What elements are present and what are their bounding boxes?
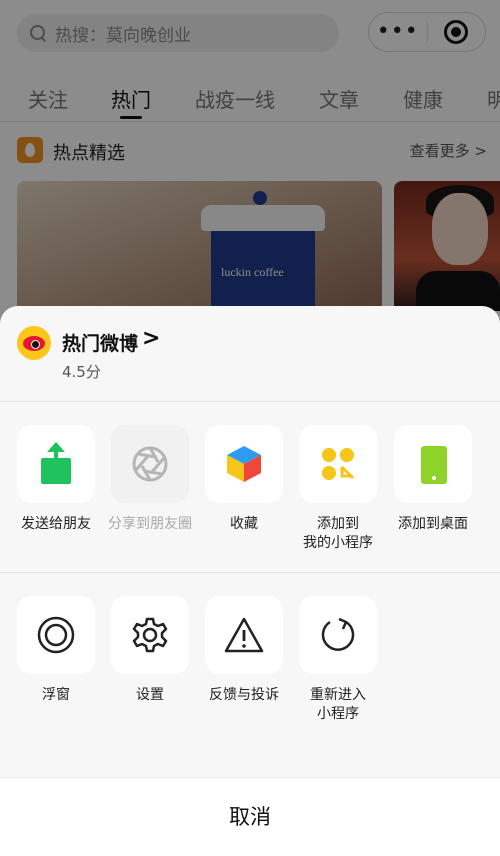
app-name: 热门微博: [62, 333, 139, 355]
add-to-desktop-icon: [417, 444, 449, 484]
reenter-miniprogram-label: 重新进入 小程序: [285, 686, 391, 724]
settings-gear-icon: [132, 617, 168, 653]
warning-triangle-icon: [224, 617, 264, 653]
cancel-label: 取消: [229, 805, 271, 829]
reload-icon: [321, 617, 355, 651]
share-upload-icon: [40, 442, 72, 484]
weibo-logo-icon: [17, 326, 51, 360]
reenter-miniprogram-label-line1: 重新进入: [310, 687, 366, 703]
add-to-my-miniprogram-label-line2: 我的小程序: [303, 535, 373, 551]
add-to-my-miniprogram-label-line1: 添加到: [317, 516, 359, 532]
add-to-my-miniprogram-label: 添加到 我的小程序: [285, 515, 391, 553]
feedback-complaint-label: 反馈与投诉: [209, 687, 279, 703]
add-to-desktop-label: 添加到桌面: [398, 516, 468, 532]
sheet-divider-middle: [0, 572, 500, 573]
send-to-friend-label: 发送给朋友: [21, 516, 91, 532]
app-header[interactable]: 热门微博 > 4.5分: [17, 326, 477, 388]
floating-window-label: 浮窗: [42, 687, 70, 703]
settings-tile[interactable]: [111, 596, 189, 674]
settings-label: 设置: [136, 687, 164, 703]
action-sheet: 热门微博 > 4.5分 发送给朋友 分享到朋友圈 收藏 添加到 我的小程序 添加…: [0, 306, 500, 856]
reenter-miniprogram-tile[interactable]: [299, 596, 377, 674]
moments-shutter-icon: [132, 446, 168, 482]
favorite-cube-icon: [227, 446, 261, 482]
share-to-moments-tile[interactable]: [111, 425, 189, 503]
share-to-moments-label: 分享到朋友圈: [108, 516, 192, 532]
add-to-my-miniprogram-tile[interactable]: [299, 425, 377, 503]
floating-window-tile[interactable]: [17, 596, 95, 674]
send-to-friend-tile[interactable]: [17, 425, 95, 503]
favorite-tile[interactable]: [205, 425, 283, 503]
add-to-desktop-tile[interactable]: [394, 425, 472, 503]
chevron-right-icon: >: [142, 326, 161, 351]
app-rating: 4.5分: [62, 363, 101, 381]
favorite-label: 收藏: [230, 516, 258, 532]
sheet-divider-top: [0, 401, 500, 402]
add-miniprogram-icon: [322, 448, 355, 480]
floating-window-icon: [37, 616, 75, 654]
cancel-button[interactable]: 取消: [0, 777, 500, 856]
feedback-complaint-tile[interactable]: [205, 596, 283, 674]
reenter-miniprogram-label-line2: 小程序: [317, 706, 359, 722]
